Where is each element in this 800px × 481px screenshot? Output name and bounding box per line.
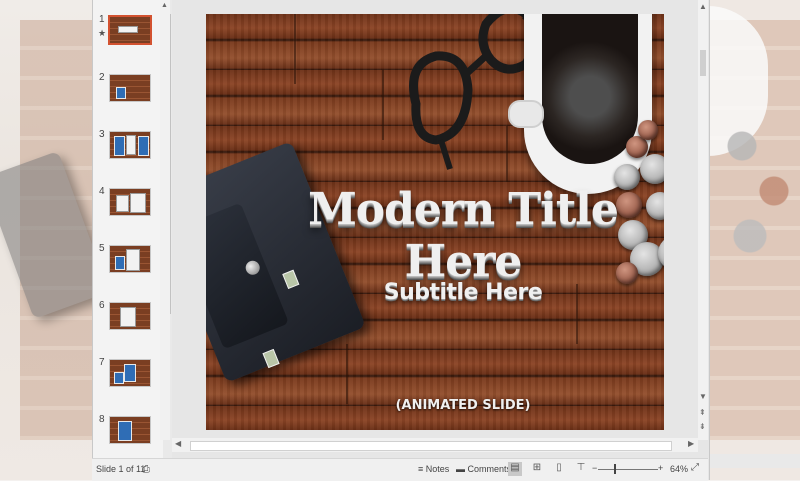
coin-image xyxy=(640,154,664,184)
animation-star-icon: ★ xyxy=(98,28,107,38)
editor-horizontal-scrollbar[interactable]: ◀ ▶ xyxy=(172,438,698,452)
thumbnail-slide-2[interactable]: 2 xyxy=(93,72,163,118)
plank-seam xyxy=(294,14,296,84)
thumbnail-image[interactable] xyxy=(109,131,151,159)
thumbnail-slide-8[interactable]: 8 xyxy=(93,414,163,460)
thumbnail-image[interactable] xyxy=(109,188,151,216)
thumbnail-number: 8 xyxy=(99,414,105,425)
scroll-up-icon[interactable]: ▲ xyxy=(161,2,168,9)
status-bar: Slide 1 of 11 ⎙ ≡ Notes ▬ Comments ▤ ⊞ ▯… xyxy=(92,458,708,481)
comments-button[interactable]: ▬ Comments xyxy=(456,464,511,474)
vertical-scroll-thumb[interactable] xyxy=(700,50,706,76)
coffee-cup-handle xyxy=(508,100,544,128)
scroll-down-icon[interactable]: ▼ xyxy=(699,392,707,401)
thumbnail-image[interactable] xyxy=(108,15,152,45)
fit-to-window-icon[interactable]: ⤢ xyxy=(688,462,702,476)
normal-view-icon[interactable]: ▤ xyxy=(508,462,522,476)
background-window-left xyxy=(0,0,110,480)
slide-sorter-icon[interactable]: ⊞ xyxy=(530,462,544,476)
notes-button[interactable]: ≡ Notes xyxy=(418,464,449,474)
thumbnail-number: 7 xyxy=(99,357,105,368)
spellcheck-icon[interactable]: ⎙ xyxy=(142,464,150,475)
coin-image xyxy=(638,120,658,140)
thumbnail-number: 5 xyxy=(99,243,105,254)
thumbnail-number: 2 xyxy=(99,72,105,83)
thumbnail-slide-5[interactable]: 5 xyxy=(93,243,163,289)
scroll-right-icon[interactable]: ▶ xyxy=(688,439,694,448)
slide-canvas[interactable]: Modern Title Here Subtitle Here (ANIMATE… xyxy=(206,14,664,430)
thumbnail-number: 3 xyxy=(99,129,105,140)
background-scrollbar xyxy=(708,454,800,468)
previous-slide-icon[interactable]: ⇞ xyxy=(699,408,706,417)
background-window-right xyxy=(698,0,800,480)
reading-view-icon[interactable]: ▯ xyxy=(552,462,566,476)
zoom-out-button[interactable]: − xyxy=(592,463,597,473)
comment-icon: ▬ xyxy=(456,464,465,474)
zoom-in-button[interactable]: + xyxy=(658,463,663,473)
thumbnail-slide-3[interactable]: 3 xyxy=(93,129,163,175)
comments-label: Comments xyxy=(467,464,512,474)
plank-seam xyxy=(382,70,384,140)
slide-footer-label[interactable]: (ANIMATED SLIDE) xyxy=(268,398,658,413)
horizontal-scroll-thumb[interactable] xyxy=(190,441,672,451)
thumbnail-slide-4[interactable]: 4 xyxy=(93,186,163,232)
notes-label: Notes xyxy=(425,464,450,474)
thumbnail-image[interactable] xyxy=(109,416,151,444)
plank-seam xyxy=(346,344,348,404)
thumbnail-number: 1 xyxy=(99,14,105,25)
thumbnail-image[interactable] xyxy=(109,359,151,387)
thumbnail-image[interactable] xyxy=(109,74,151,102)
slideshow-icon[interactable]: ⊤ xyxy=(574,462,588,476)
slide-thumbnail-pane: 1 ★ 2 3 4 5 6 7 8 xyxy=(93,0,163,458)
scroll-up-icon[interactable]: ▲ xyxy=(699,2,707,11)
editor-vertical-scrollbar[interactable]: ▲ ▼ ⇞ ⇟ xyxy=(698,0,708,440)
zoom-slider[interactable] xyxy=(598,469,658,470)
thumbnail-slide-7[interactable]: 7 xyxy=(93,357,163,403)
background-coins xyxy=(718,110,798,290)
thumbnail-slide-6[interactable]: 6 xyxy=(93,300,163,346)
zoom-slider-thumb[interactable] xyxy=(614,464,616,474)
thumbnail-image[interactable] xyxy=(109,245,151,273)
scroll-left-icon[interactable]: ◀ xyxy=(175,439,181,448)
next-slide-icon[interactable]: ⇟ xyxy=(699,422,706,431)
coffee-cup-image xyxy=(542,14,638,164)
editor-left-scroll[interactable]: ▲ xyxy=(160,0,170,440)
slide-indicator: Slide 1 of 11 xyxy=(96,464,146,474)
slide-subtitle[interactable]: Subtitle Here xyxy=(268,280,658,305)
notes-icon: ≡ xyxy=(418,464,424,474)
thumbnail-number: 4 xyxy=(99,186,105,197)
thumbnail-slide-1[interactable]: 1 ★ xyxy=(93,14,163,60)
thumbnail-number: 6 xyxy=(99,300,105,311)
zoom-level[interactable]: 64% xyxy=(670,464,688,474)
thumbnail-image[interactable] xyxy=(109,302,151,330)
slide-title[interactable]: Modern Title Here xyxy=(268,184,658,288)
